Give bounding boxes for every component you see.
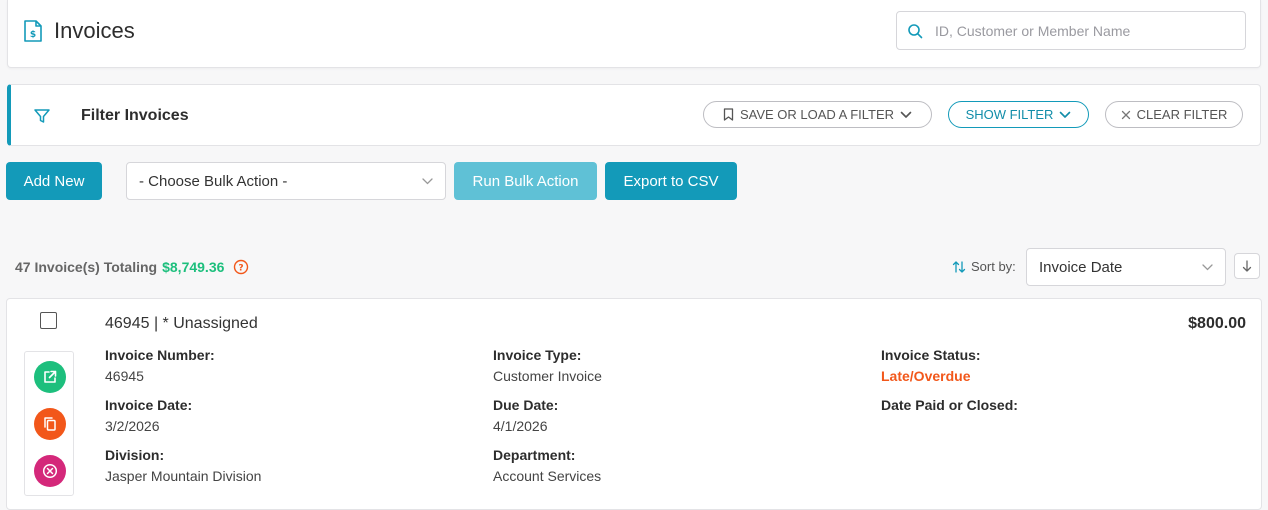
search-input[interactable] (933, 21, 1245, 40)
field-label: Invoice Type: (493, 347, 582, 363)
invoice-actions (24, 351, 74, 496)
invoice-total: $8,749.36 (162, 259, 225, 275)
show-filter-label: SHOW FILTER (965, 107, 1054, 122)
field-label: Invoice Date: (105, 397, 193, 413)
sort-by-label: Sort by: (971, 259, 1016, 274)
field-label: Invoice Status: (881, 347, 981, 363)
svg-text:?: ? (239, 264, 244, 274)
department-field: Department: Account Services (493, 447, 601, 484)
page-header: $ Invoices (7, 0, 1261, 68)
sort-direction-button[interactable] (1234, 253, 1260, 279)
show-filter-button[interactable]: SHOW FILTER (948, 101, 1089, 128)
arrow-down-icon (1242, 260, 1252, 272)
division-field: Division: Jasper Mountain Division (105, 447, 261, 484)
search-box[interactable] (896, 11, 1246, 50)
bookmark-icon (723, 108, 734, 121)
filter-bar: Filter Invoices SAVE OR LOAD A FILTER SH… (7, 84, 1261, 146)
field-label: Date Paid or Closed: (881, 397, 1018, 413)
invoice-type-field: Invoice Type: Customer Invoice (493, 347, 602, 384)
invoice-select-checkbox[interactable] (40, 312, 57, 329)
run-bulk-action-button[interactable]: Run Bulk Action (454, 162, 597, 200)
invoice-card: 46945 | * Unassigned $800.00 Invoice Num… (6, 298, 1262, 510)
save-load-filter-label: SAVE OR LOAD A FILTER (739, 107, 895, 122)
svg-text:$: $ (30, 30, 36, 40)
open-invoice-button[interactable] (34, 361, 66, 393)
field-label: Due Date: (493, 397, 559, 413)
field-label: Department: (493, 447, 576, 463)
invoice-document-icon: $ (24, 20, 42, 42)
copy-invoice-button[interactable] (34, 408, 66, 440)
field-value: Customer Invoice (493, 368, 602, 384)
clear-filter-label: CLEAR FILTER (1136, 107, 1228, 122)
help-circle-icon[interactable]: ? (233, 259, 249, 275)
status-badge: Late/Overdue (881, 368, 971, 384)
invoice-date-field: Invoice Date: 3/2/2026 (105, 397, 192, 434)
close-circle-icon (42, 463, 58, 479)
filter-funnel-icon (34, 109, 50, 123)
field-value: 46945 (105, 368, 144, 384)
export-csv-button[interactable]: Export to CSV (605, 162, 737, 200)
invoice-status-field: Invoice Status: Late/Overdue (881, 347, 981, 384)
chevron-down-icon (422, 177, 433, 184)
due-date-field: Due Date: 4/1/2026 (493, 397, 558, 434)
bulk-action-select[interactable]: - Choose Bulk Action - (126, 162, 446, 200)
chevron-down-icon (1202, 263, 1213, 270)
copy-icon (44, 417, 56, 431)
field-value: Jasper Mountain Division (105, 468, 262, 484)
bulk-action-selected: - Choose Bulk Action - (139, 172, 288, 190)
chevron-down-icon (900, 111, 912, 118)
external-link-icon (44, 370, 57, 383)
field-label: Invoice Number: (105, 347, 215, 363)
search-icon (908, 23, 923, 38)
page-title: Invoices (54, 18, 135, 43)
sort-arrows-icon (952, 260, 966, 273)
close-icon (1121, 110, 1130, 119)
clear-filter-button[interactable]: CLEAR FILTER (1105, 101, 1243, 128)
invoice-number-field: Invoice Number: 46945 (105, 347, 215, 384)
filter-title: Filter Invoices (81, 107, 189, 124)
invoice-summary: 47 Invoice(s) Totaling $8,749.36 ? (15, 259, 249, 275)
invoice-title[interactable]: 46945 | * Unassigned (105, 315, 258, 333)
invoice-count-text: 47 Invoice(s) Totaling (15, 259, 158, 275)
delete-invoice-button[interactable] (34, 455, 66, 487)
save-load-filter-button[interactable]: SAVE OR LOAD A FILTER (703, 101, 932, 128)
field-value: 4/1/2026 (493, 418, 548, 434)
sort-selected: Invoice Date (1039, 258, 1123, 276)
add-new-button[interactable]: Add New (6, 162, 102, 200)
invoice-amount: $800.00 (1188, 315, 1246, 332)
field-value: 3/2/2026 (105, 418, 160, 434)
date-paid-field: Date Paid or Closed: (881, 397, 1018, 418)
chevron-down-icon (1060, 111, 1071, 118)
field-label: Division: (105, 447, 165, 463)
sort-select[interactable]: Invoice Date (1026, 248, 1226, 286)
sort-by: Sort by: (952, 259, 1016, 274)
field-value: Account Services (493, 468, 602, 484)
